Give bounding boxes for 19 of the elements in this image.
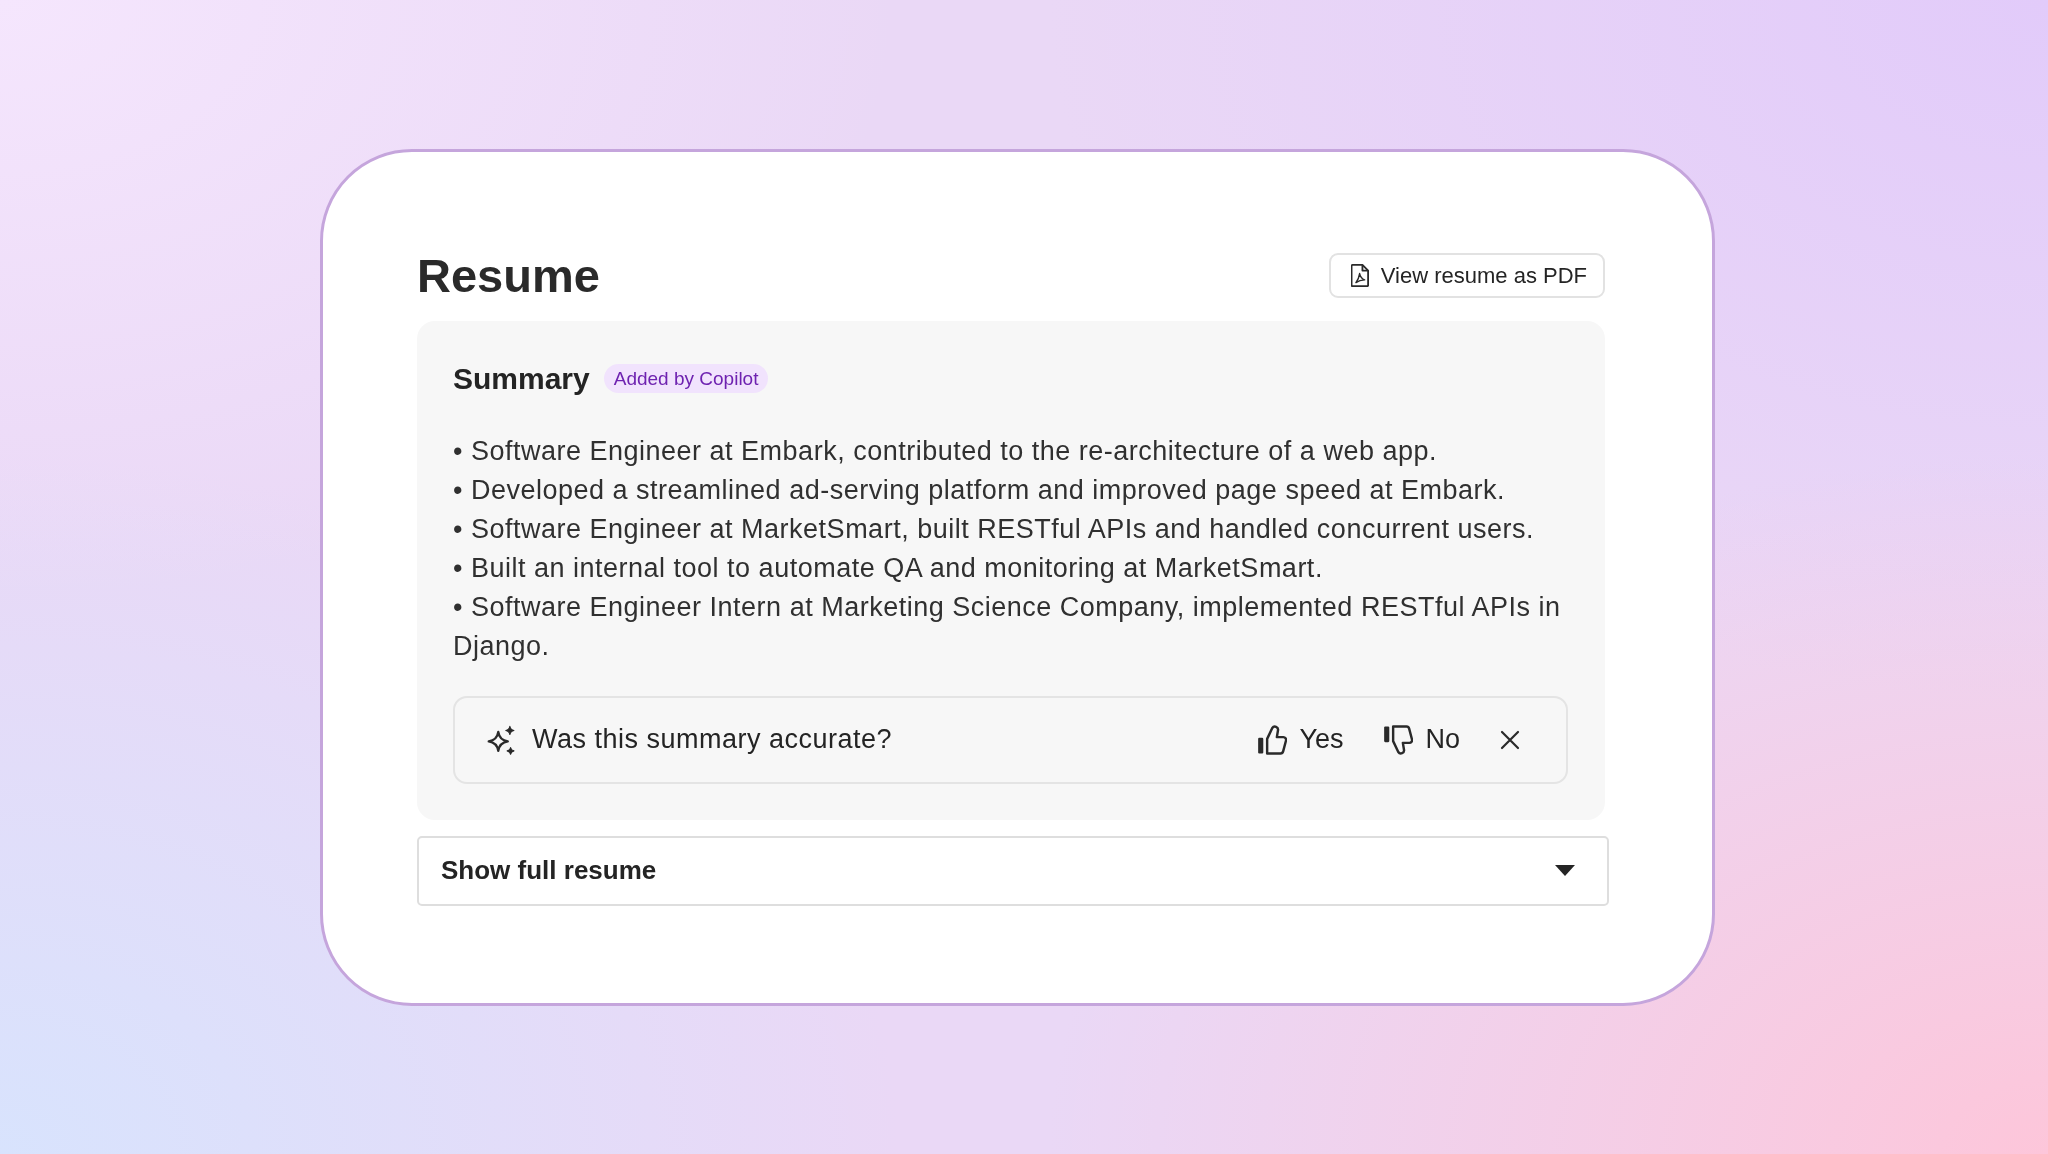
summary-heading: Summary	[453, 360, 590, 397]
copilot-badge: Added by Copilot	[603, 364, 769, 393]
thumbs-down-icon	[1383, 724, 1414, 755]
close-icon	[1500, 729, 1520, 750]
view-pdf-button[interactable]: View resume as PDF	[1328, 253, 1605, 298]
yes-button[interactable]: Yes	[1257, 724, 1344, 755]
summary-bullet: • Built an internal tool to automate QA and monitoring at MarketSmart.	[453, 551, 1324, 585]
pdf-document-icon	[1350, 264, 1369, 287]
close-button[interactable]	[1500, 729, 1520, 750]
summary-bullet: • Developed a streamlined ad-serving platform and improved page speed at Embark.	[453, 473, 1506, 507]
show-full-resume-toggle[interactable]: Show full resume	[417, 835, 1609, 906]
sparkle-icon	[486, 724, 516, 755]
summary-bullet: • Software Engineer Intern at Marketing Science Company, implemented RESTful APIs in Django.	[453, 590, 1562, 663]
resume-title: Resume	[417, 247, 600, 304]
thumbs-up-icon	[1257, 724, 1288, 755]
summary-bullet: • Software Engineer at MarketSmart, built RESTful APIs and handled concurrent users.	[453, 512, 1535, 546]
summary-bullet: • Software Engineer at Embark, contributed to the re-architecture of a web app.	[453, 434, 1438, 468]
no-button[interactable]: No	[1383, 724, 1460, 755]
feedback-question: Was this summary accurate?	[532, 724, 894, 755]
